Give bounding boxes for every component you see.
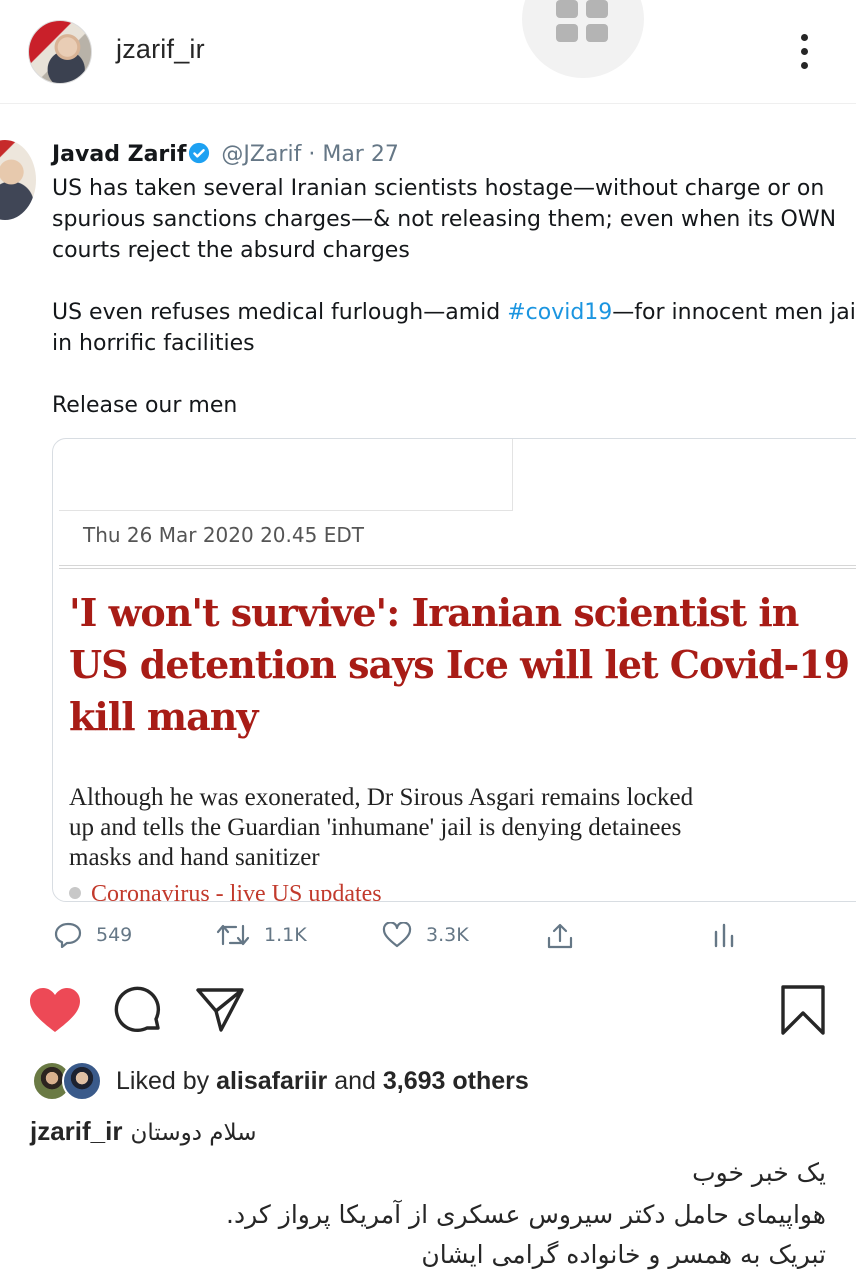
headline-line: kill many: [69, 694, 258, 739]
liked-by-user-link[interactable]: alisafariir: [216, 1067, 327, 1095]
like-button[interactable]: 3.3K: [382, 922, 469, 948]
news-card[interactable]: Thu 26 Mar 2020 20.45 EDT 'I won't survi…: [52, 438, 856, 902]
headline-line: US detention says Ice will let Covid-19: [69, 642, 850, 687]
profile-avatar[interactable]: [28, 20, 92, 84]
tweet-author-name: Javad Zarif: [52, 142, 187, 167]
caption-line: تبریک به همسر و خانواده گرامی ایشان: [421, 1240, 826, 1269]
likes-summary[interactable]: Liked by alisafariir and 3,693 others: [32, 1060, 529, 1102]
bookmark-icon[interactable]: [780, 984, 826, 1041]
liked-by-others-link[interactable]: 3,693 others: [383, 1067, 529, 1095]
tweet-separator: ·: [308, 142, 316, 167]
grid-icon: [556, 0, 578, 18]
tweet-text-segment: US even refuses medical furlough—amid: [52, 300, 508, 325]
article-standfirst: Although he was exonerated, Dr Sirous As…: [69, 783, 829, 873]
liked-by-label: Liked by: [116, 1066, 217, 1095]
tweet-handle: @JZarif: [221, 142, 302, 167]
retweet-button[interactable]: 1.1K: [216, 922, 307, 948]
avatar: [62, 1061, 102, 1101]
article-kicker: Coronavirus - live US updates: [69, 881, 382, 902]
standfirst-line: up and tells the Guardian 'inhumane' jai…: [69, 814, 682, 841]
analytics-button[interactable]: [712, 922, 750, 948]
retweet-icon: [216, 924, 250, 946]
like-count: 3.3K: [426, 924, 469, 946]
article-date: Thu 26 Mar 2020 20.45 EDT: [83, 523, 364, 547]
bullet-icon: [69, 887, 81, 899]
divider: [59, 565, 856, 569]
liked-by-and: and: [327, 1066, 383, 1095]
tweet-text-segment: —for innocent men jailed: [612, 300, 856, 325]
comment-icon[interactable]: [113, 986, 163, 1041]
retweet-count: 1.1K: [264, 924, 307, 946]
tweet-header: Javad Zarif @JZarif · Mar 27: [52, 142, 399, 170]
tweet-actions: 549 1.1K 3.3K: [0, 912, 856, 956]
tweet-date: Mar 27: [322, 142, 399, 167]
post-actions: [0, 980, 856, 1040]
liker-avatars: [32, 1061, 104, 1101]
verified-badge-icon: [188, 142, 210, 170]
caption-line: یک خبر خوب: [692, 1158, 826, 1187]
standfirst-line: masks and hand sanitizer: [69, 844, 320, 871]
tweet-text-line: US even refuses medical furlough—amid #c…: [52, 297, 856, 328]
hashtag-link[interactable]: #covid19: [507, 300, 612, 325]
post-header: jzarif_ir: [0, 0, 856, 104]
heart-outline-icon: [382, 922, 412, 948]
post-username[interactable]: jzarif_ir: [116, 34, 205, 65]
share-button[interactable]: [546, 922, 588, 950]
caption: jzarif_ir سلام دوستان: [30, 1116, 257, 1147]
tweet-screenshot: Javad Zarif @JZarif · Mar 27 US has take…: [0, 106, 856, 966]
standfirst-line: Although he was exonerated, Dr Sirous As…: [69, 784, 694, 811]
caption-username[interactable]: jzarif_ir: [30, 1116, 123, 1146]
kicker-text: Coronavirus - live US updates: [91, 881, 382, 902]
article-headline: 'I won't survive': Iranian scientist in …: [69, 587, 856, 743]
tweet-avatar: [0, 140, 36, 220]
tweet-text-line: Release our men: [52, 393, 238, 418]
share-icon: [547, 923, 573, 949]
reply-count: 549: [96, 924, 133, 946]
reply-button[interactable]: 549: [54, 922, 132, 948]
tweet-text-line: US has taken several Iranian scientists …: [52, 176, 825, 201]
analytics-icon: [714, 923, 734, 948]
caption-greeting: سلام دوستان: [130, 1120, 257, 1146]
headline-line: 'I won't survive': Iranian scientist in: [69, 590, 799, 635]
tweet-text-line: spurious sanctions charges—& not releasi…: [52, 207, 837, 232]
caption-line: هواپیمای حامل دکتر سیروس عسکری از آمریکا…: [226, 1200, 826, 1229]
tweet-text-line: in horrific facilities: [52, 331, 255, 356]
more-vertical-icon[interactable]: [796, 32, 814, 72]
likes-text: Liked by alisafariir and 3,693 others: [116, 1067, 529, 1096]
card-image-placeholder: [59, 439, 513, 511]
like-heart-icon[interactable]: [28, 986, 82, 1039]
tweet-text-line: courts reject the absurd charges: [52, 238, 410, 263]
reply-icon: [54, 922, 82, 948]
share-direct-icon[interactable]: [195, 986, 245, 1039]
